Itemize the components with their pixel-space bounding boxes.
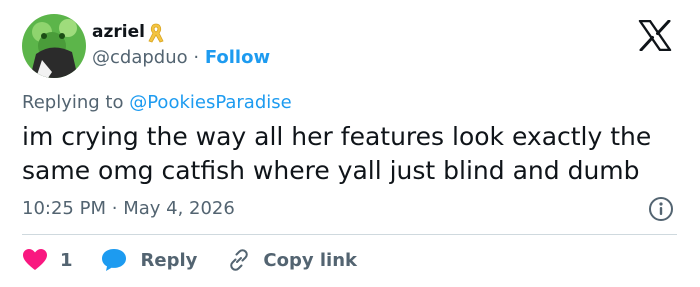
- speech-bubble-icon: [101, 248, 127, 272]
- avatar-image: [22, 14, 86, 78]
- reply-label: Reply: [140, 249, 198, 271]
- like-button[interactable]: 1: [22, 248, 101, 272]
- copy-link-button[interactable]: Copy link: [227, 248, 357, 272]
- tweet-date: May 4, 2026: [123, 198, 235, 219]
- reply-button[interactable]: Reply: [101, 248, 228, 272]
- handle-row: @cdapduo · Follow: [92, 47, 270, 68]
- link-icon: [227, 248, 251, 272]
- display-name[interactable]: azriel: [92, 22, 145, 42]
- heart-icon: [22, 248, 48, 272]
- separator-dot: ·: [193, 47, 200, 68]
- awareness-ribbon-icon: [146, 22, 166, 44]
- x-logo-icon[interactable]: [638, 19, 672, 52]
- like-count: 1: [60, 249, 73, 271]
- divider: [22, 234, 677, 235]
- follow-button[interactable]: Follow: [205, 47, 270, 68]
- info-icon[interactable]: [648, 196, 674, 222]
- timestamp[interactable]: 10:25 PM · May 4, 2026: [22, 198, 235, 219]
- handle[interactable]: @cdapduo: [92, 47, 188, 68]
- tweet-text: im crying the way all her features look …: [22, 122, 652, 185]
- action-bar: 1 Reply Copy link: [22, 246, 357, 274]
- reply-prefix: Replying to: [22, 92, 124, 113]
- reply-mention-link[interactable]: @PookiesParadise: [129, 92, 292, 113]
- copy-link-label: Copy link: [263, 249, 357, 271]
- timestamp-separator: ·: [111, 198, 118, 219]
- avatar[interactable]: [22, 14, 86, 78]
- tweet-time: 10:25 PM: [22, 198, 106, 219]
- reply-context: Replying to @PookiesParadise: [22, 92, 292, 113]
